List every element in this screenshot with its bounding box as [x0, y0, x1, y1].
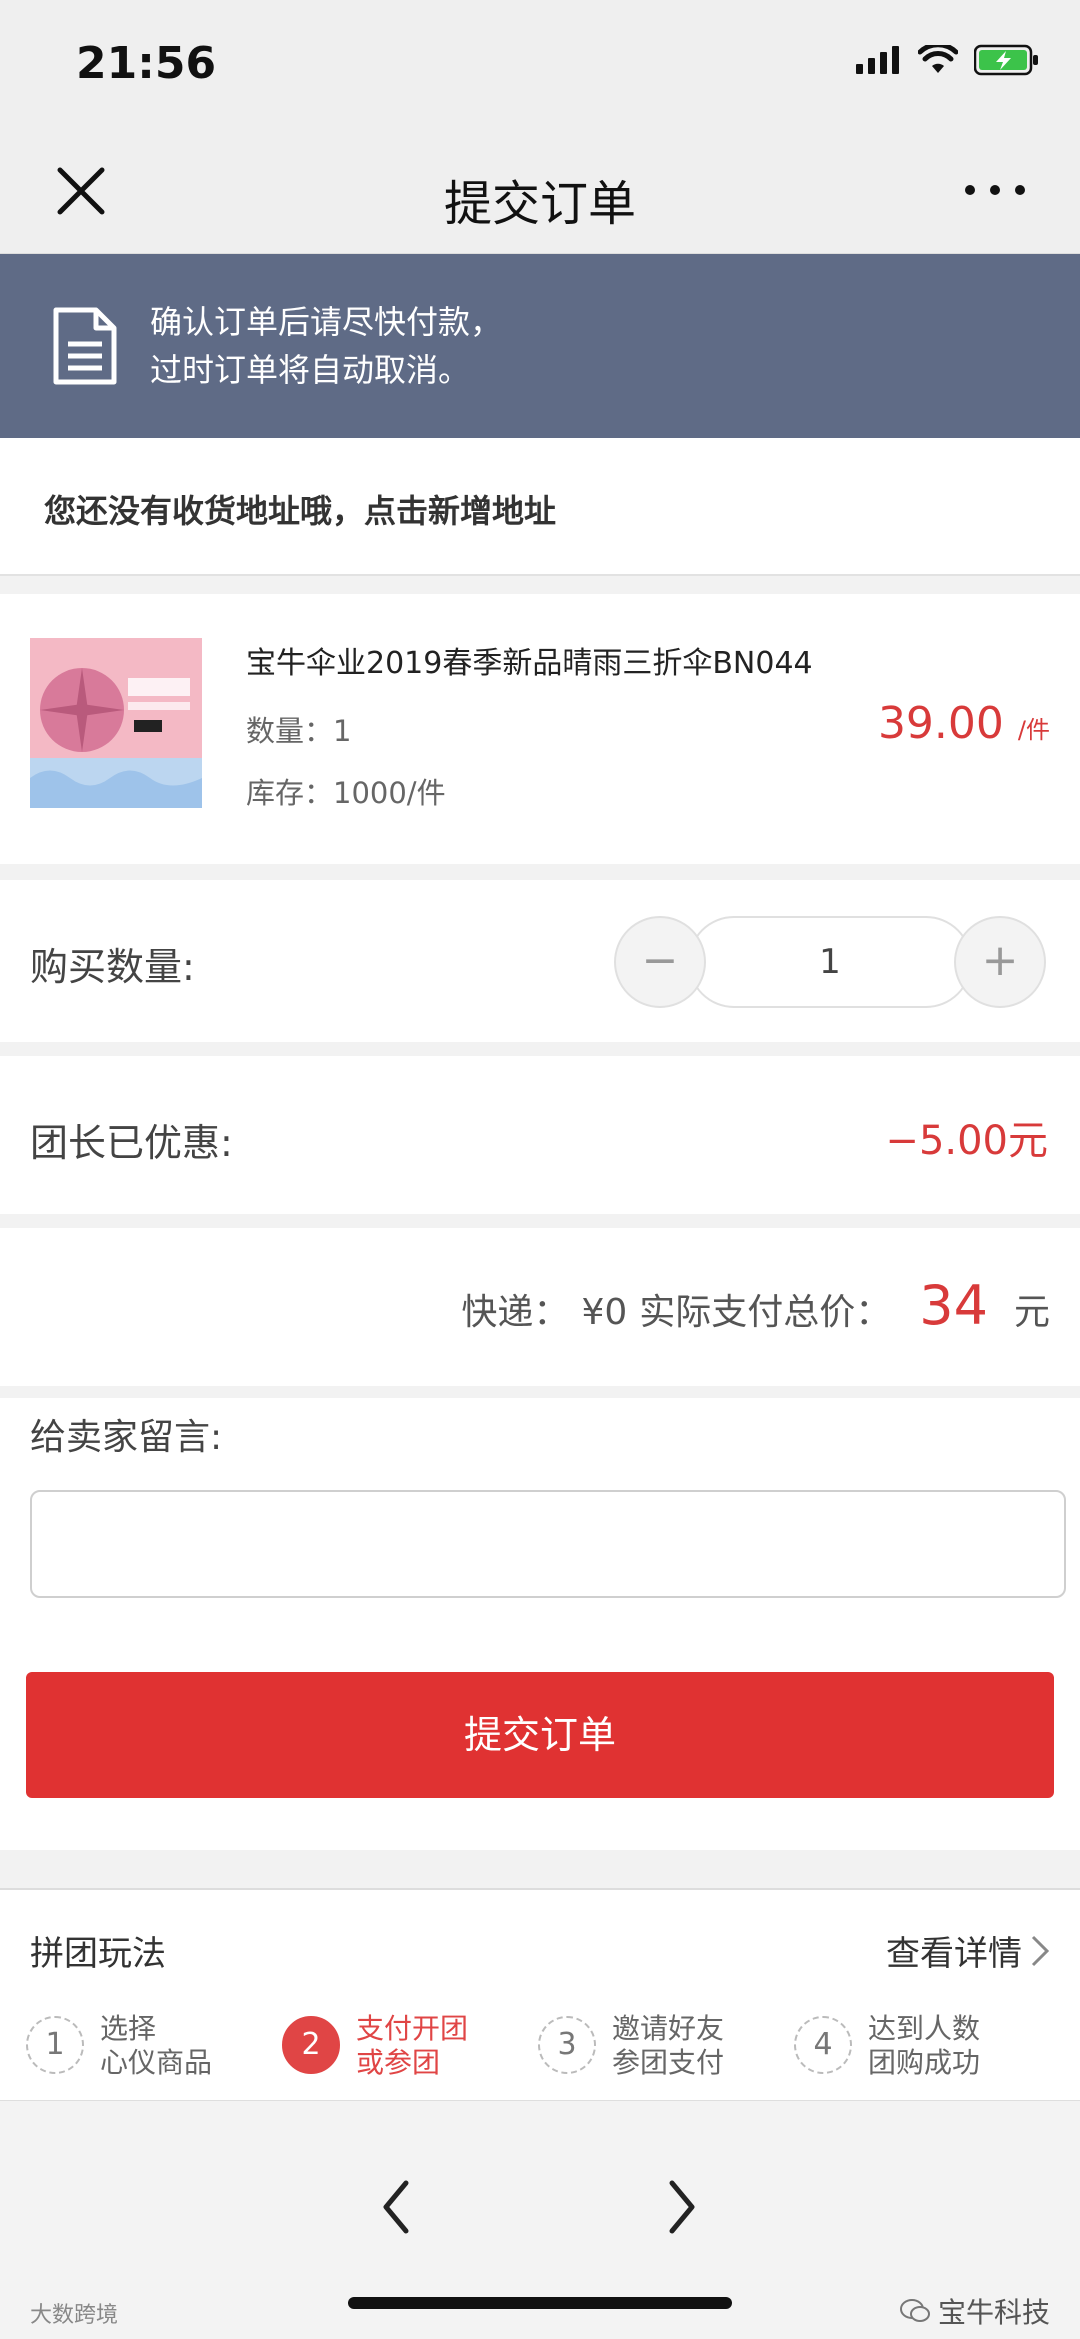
step-text-line: 选择 [100, 2012, 157, 2045]
add-address-prompt: 您还没有收货地址哦，点击新增地址 [44, 492, 557, 530]
submit-order-button[interactable]: 提交订单 [26, 1672, 1054, 1798]
total-amount: 34 [919, 1274, 988, 1337]
step-text: 邀请好友 参团支付 [612, 2012, 782, 2080]
step-number: 3 [538, 2016, 596, 2074]
step-text-line: 支付开团 [356, 2012, 469, 2045]
quantity-value[interactable]: 1 [688, 916, 972, 1008]
wechat-icon [899, 2299, 930, 2322]
notice-line-2: 过时订单将自动取消。 [150, 351, 471, 389]
group-buy-steps: 1 选择 心仪商品 2 支付开团 或参团 3 邀请好友 参团支付 4 达到人数 [26, 2012, 1066, 2082]
nav-bar: 提交订单 [0, 130, 1080, 254]
home-indicator[interactable] [348, 2297, 732, 2309]
step-text: 达到人数 团购成功 [868, 2012, 1038, 2080]
product-card: 宝牛伞业2019春季新品晴雨三折伞BN044 数量：1 库存：1000/件 39… [0, 594, 1080, 864]
back-arrow-icon[interactable] [366, 2167, 426, 2247]
product-price-unit: /件 [1017, 716, 1050, 744]
discount-row: 团长已优惠: −5.00元 [0, 1056, 1080, 1214]
watermark-right: 宝牛科技 [899, 2291, 1050, 2331]
shipping-value: ¥0 [581, 1292, 628, 1333]
step-number: 1 [26, 2016, 84, 2074]
shipping-label: 快递： [461, 1292, 570, 1333]
notice-line-1: 确认订单后请尽快付款， [150, 303, 503, 341]
group-buy-panel: 拼团玩法 查看详情 1 选择 心仪商品 2 支付开团 或参团 3 邀请好友 参团… [0, 1888, 1080, 2100]
chevron-right-icon [1031, 1935, 1050, 1966]
purchase-quantity-label: 购买数量: [30, 945, 195, 989]
quantity-stepper: 1 − + [614, 916, 1046, 1008]
decrease-quantity-button[interactable]: − [614, 916, 706, 1008]
step-text: 选择 心仪商品 [100, 2012, 270, 2080]
status-icons [856, 44, 1040, 76]
step-text-line: 心仪商品 [100, 2046, 213, 2079]
product-name: 宝牛伞业2019春季新品晴雨三折伞BN044 [246, 646, 813, 681]
view-details-label: 查看详情 [886, 1934, 1022, 1974]
signal-icon [856, 46, 899, 74]
browser-bottom-bar: 大数跨境 宝牛科技 [0, 2100, 1080, 2339]
product-price: 39.00 /件 [878, 698, 1050, 749]
status-time: 21:56 [76, 38, 217, 89]
watermark-right-text: 宝牛科技 [937, 2296, 1050, 2329]
watermark-left: 大数跨境 [30, 2303, 119, 2328]
step-text: 支付开团 或参团 [356, 2012, 526, 2080]
purchase-quantity-row: 购买数量: 1 − + [0, 880, 1080, 1042]
notice-text: 确认订单后请尽快付款， 过时订单将自动取消。 [150, 298, 502, 394]
add-address-row[interactable]: 您还没有收货地址哦，点击新增地址 [0, 438, 1080, 576]
total-line: 快递： ¥0 实际支付总价： 34 元 [461, 1274, 1050, 1337]
step-text-line: 或参团 [356, 2046, 441, 2079]
message-label: 给卖家留言: [30, 1417, 223, 1458]
product-price-value: 39.00 [877, 698, 1004, 749]
view-details-link[interactable]: 查看详情 [886, 1926, 1050, 1975]
status-bar: 21:56 [0, 0, 1080, 130]
step-text-line: 团购成功 [868, 2046, 981, 2079]
increase-quantity-button[interactable]: + [954, 916, 1046, 1008]
message-input[interactable] [30, 1490, 1066, 1598]
step-text-line: 参团支付 [612, 2046, 725, 2079]
step-number: 4 [794, 2016, 852, 2074]
document-icon [53, 307, 117, 385]
step-number: 2 [282, 2016, 340, 2074]
forward-arrow-icon[interactable] [652, 2167, 712, 2247]
wifi-icon [918, 45, 958, 73]
total-row: 快递： ¥0 实际支付总价： 34 元 [0, 1228, 1080, 1386]
step-text-line: 达到人数 [868, 2012, 981, 2045]
product-image [30, 638, 202, 808]
total-label: 实际支付总价： [639, 1292, 892, 1333]
group-buy-title: 拼团玩法 [30, 1934, 166, 1974]
page-title: 提交订单 [443, 176, 636, 232]
step-text-line: 邀请好友 [612, 2012, 725, 2045]
battery-charging-icon [974, 44, 1038, 76]
discount-value: −5.00元 [885, 1118, 1048, 1164]
notice-banner: 确认订单后请尽快付款， 过时订单将自动取消。 [0, 254, 1080, 438]
more-icon[interactable] [960, 170, 1030, 210]
discount-label: 团长已优惠: [30, 1121, 233, 1165]
product-quantity: 数量：1 [246, 714, 352, 748]
product-stock: 库存：1000/件 [246, 776, 446, 810]
total-currency: 元 [1013, 1292, 1050, 1333]
